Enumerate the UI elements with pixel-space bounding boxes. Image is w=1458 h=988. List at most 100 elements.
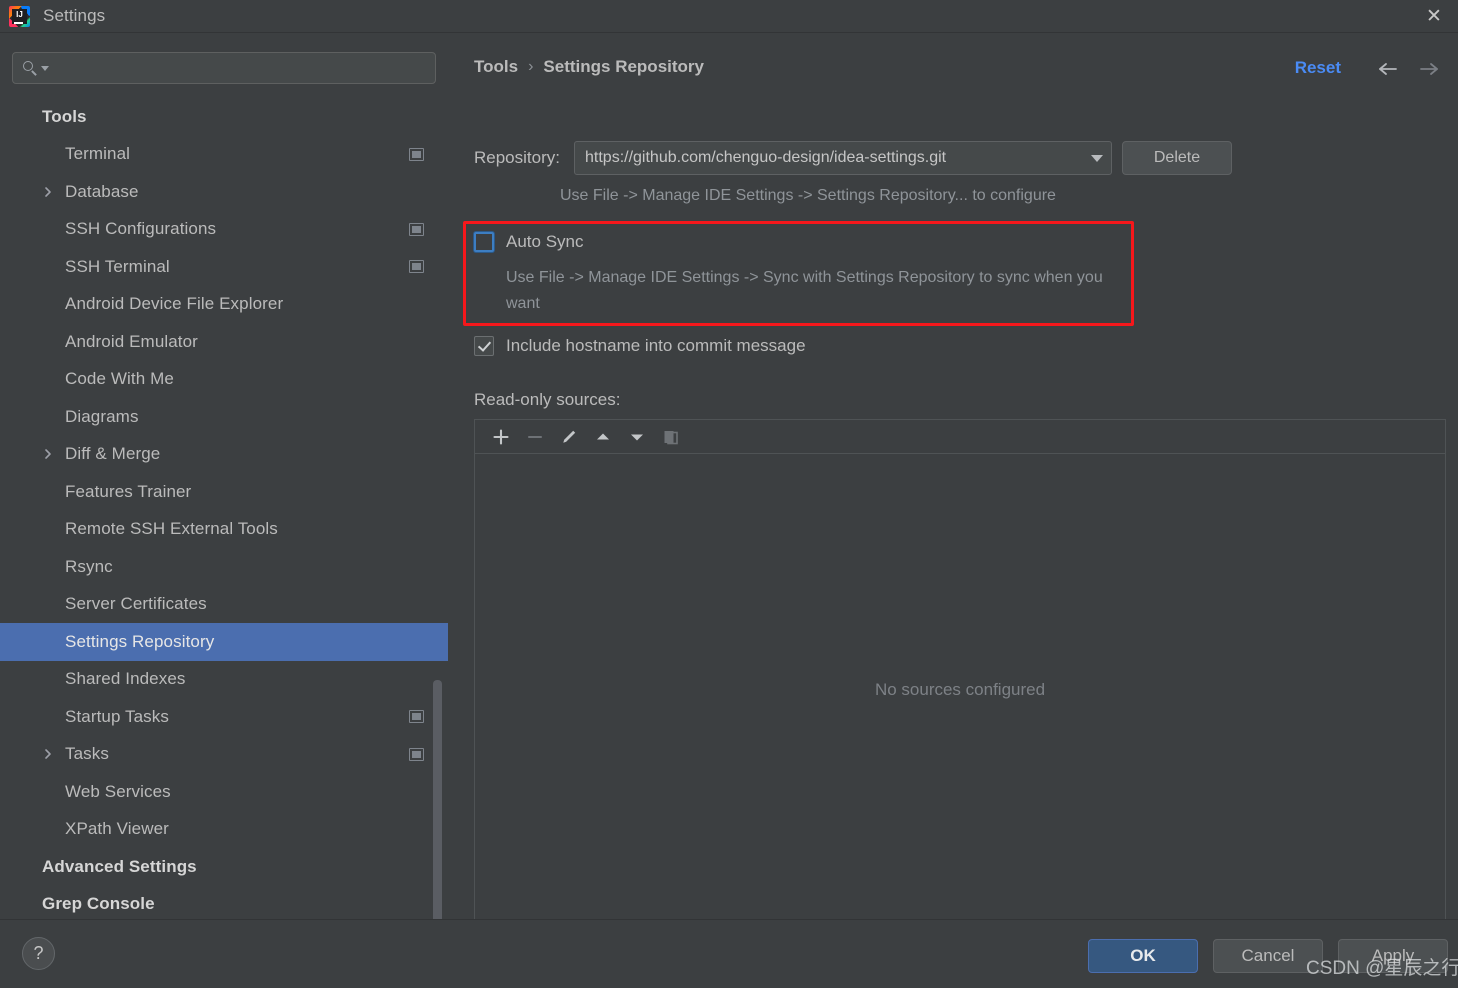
sidebar-item-label: Rsync — [65, 556, 113, 576]
delete-button[interactable]: Delete — [1122, 141, 1232, 175]
sidebar-item-label: Web Services — [65, 781, 171, 801]
sidebar-item-label: Android Device File Explorer — [65, 294, 284, 314]
move-down-icon[interactable] — [621, 422, 653, 452]
sidebar-item-code-with-me[interactable]: Code With Me — [0, 361, 448, 399]
sidebar-item-remote-ssh-external-tools[interactable]: Remote SSH External Tools — [0, 511, 448, 549]
breadcrumb: Tools › Settings Repository — [474, 57, 704, 77]
include-hostname-checkbox-row[interactable]: Include hostname into commit message — [474, 335, 806, 357]
read-only-sources-list[interactable]: No sources configured — [475, 455, 1445, 925]
apply-button[interactable]: Apply — [1338, 939, 1448, 973]
sidebar-item-ssh-configurations[interactable]: SSH Configurations — [0, 211, 448, 249]
sidebar-item-label: Startup Tasks — [65, 706, 169, 726]
repository-label: Repository: — [474, 148, 560, 167]
read-only-sources-label: Read-only sources: — [474, 390, 621, 409]
auto-sync-description: Use File -> Manage IDE Settings -> Sync … — [506, 269, 1103, 312]
sidebar-item-server-certificates[interactable]: Server Certificates — [0, 586, 448, 624]
add-icon[interactable] — [485, 422, 517, 452]
ok-button[interactable]: OK — [1088, 939, 1198, 973]
sidebar-item-label: Tools — [42, 106, 87, 126]
sidebar-scrollbar[interactable] — [433, 680, 442, 919]
project-scope-badge-icon — [409, 260, 424, 274]
auto-sync-checkbox-row[interactable]: Auto Sync — [474, 231, 584, 253]
window-title: Settings — [43, 6, 106, 25]
sidebar-item-xpath-viewer[interactable]: XPath Viewer — [0, 811, 448, 849]
breadcrumb-root[interactable]: Tools — [474, 57, 518, 77]
include-hostname-checkbox[interactable] — [474, 336, 494, 356]
sidebar-item-label: Terminal — [65, 144, 131, 164]
sidebar-item-database[interactable]: Database — [0, 173, 448, 211]
empty-state-text: No sources configured — [874, 680, 1046, 699]
logo-underline — [14, 22, 23, 24]
sidebar-item-label: Advanced Settings — [42, 856, 197, 876]
breadcrumb-separator-icon: › — [528, 58, 534, 75]
title-bar: IJ Settings ✕ — [0, 0, 1458, 33]
sidebar-item-startup-tasks[interactable]: Startup Tasks — [0, 698, 448, 736]
project-scope-badge-icon — [409, 747, 424, 761]
sidebar-item-terminal[interactable]: Terminal — [0, 136, 448, 174]
sidebar-item-web-services[interactable]: Web Services — [0, 773, 448, 811]
sidebar-item-rsync[interactable]: Rsync — [0, 548, 448, 586]
sidebar-item-label: Diff & Merge — [65, 444, 161, 464]
search-icon — [22, 59, 40, 77]
project-scope-badge-icon — [409, 710, 424, 724]
breadcrumb-current: Settings Repository — [543, 57, 704, 76]
chevron-right-icon[interactable] — [42, 748, 54, 760]
sidebar-item-android-device-file-explorer[interactable]: Android Device File Explorer — [0, 286, 448, 324]
repository-row: Repository: https://github.com/chenguo-d… — [474, 141, 1232, 175]
arrow-left-icon[interactable] — [1374, 57, 1402, 81]
sidebar-item-tools[interactable]: Tools — [0, 98, 448, 136]
sidebar-item-label: Tasks — [65, 744, 109, 764]
sidebar-item-android-emulator[interactable]: Android Emulator — [0, 323, 448, 361]
include-hostname-label: Include hostname into commit message — [506, 336, 806, 355]
repository-value: https://github.com/chenguo-design/idea-s… — [585, 149, 947, 166]
sidebar-item-features-trainer[interactable]: Features Trainer — [0, 473, 448, 511]
auto-sync-label: Auto Sync — [506, 232, 584, 251]
sidebar-item-grep-console[interactable]: Grep Console — [0, 886, 448, 920]
settings-sidebar: Tools Terminal Database SSH Configurations S… — [0, 33, 448, 919]
sidebar-item-label: Remote SSH External Tools — [65, 519, 278, 539]
close-icon[interactable]: ✕ — [1410, 0, 1458, 32]
arrow-right-icon[interactable] — [1415, 57, 1443, 81]
project-scope-badge-icon — [409, 222, 424, 236]
sidebar-item-label: Grep Console — [42, 894, 155, 914]
remove-icon[interactable] — [519, 422, 551, 452]
sidebar-item-label: Code With Me — [65, 369, 174, 389]
search-input[interactable] — [55, 60, 435, 76]
search-box[interactable] — [12, 52, 436, 84]
sidebar-item-label: Database — [65, 181, 139, 201]
sidebar-item-ssh-terminal[interactable]: SSH Terminal — [0, 248, 448, 286]
move-up-icon[interactable] — [587, 422, 619, 452]
sidebar-item-label: SSH Configurations — [65, 219, 217, 239]
edit-pencil-icon[interactable] — [553, 422, 585, 452]
sidebar-item-label: Diagrams — [65, 406, 139, 426]
sidebar-item-diagrams[interactable]: Diagrams — [0, 398, 448, 436]
dialog-footer: ? OK Cancel Apply — [0, 919, 1458, 988]
sidebar-item-settings-repository[interactable]: Settings Repository — [0, 623, 448, 661]
sidebar-item-diff-merge[interactable]: Diff & Merge — [0, 436, 448, 474]
chevron-down-icon — [41, 65, 49, 71]
sidebar-item-label: SSH Terminal — [65, 256, 170, 276]
sidebar-item-label: Features Trainer — [65, 481, 192, 501]
sidebar-item-advanced-settings[interactable]: Advanced Settings — [0, 848, 448, 886]
chevron-right-icon[interactable] — [42, 448, 54, 460]
chevron-down-icon — [1091, 154, 1103, 162]
project-scope-badge-icon — [409, 147, 424, 161]
auto-sync-checkbox[interactable] — [474, 232, 494, 252]
list-toolbar — [475, 420, 1445, 454]
settings-tree: Tools Terminal Database SSH Configurations S… — [0, 98, 448, 919]
copy-icon[interactable] — [655, 422, 687, 452]
sidebar-item-tasks[interactable]: Tasks — [0, 736, 448, 774]
read-only-sources-panel: No sources configured — [474, 419, 1446, 926]
settings-dialog: IJ Settings ✕ Tools Terminal Database SSH C… — [0, 0, 1458, 988]
sidebar-item-label: Shared Indexes — [65, 669, 186, 689]
sidebar-item-label: Android Emulator — [65, 331, 198, 351]
reset-link[interactable]: Reset — [1295, 58, 1341, 78]
chevron-right-icon[interactable] — [42, 186, 54, 198]
help-button[interactable]: ? — [22, 937, 55, 970]
sidebar-item-shared-indexes[interactable]: Shared Indexes — [0, 661, 448, 699]
sidebar-item-label: Server Certificates — [65, 594, 207, 614]
cancel-button[interactable]: Cancel — [1213, 939, 1323, 973]
repository-combobox[interactable]: https://github.com/chenguo-design/idea-s… — [574, 141, 1112, 175]
repository-hint: Use File -> Manage IDE Settings -> Setti… — [560, 187, 1056, 204]
sidebar-item-label: XPath Viewer — [65, 819, 169, 839]
